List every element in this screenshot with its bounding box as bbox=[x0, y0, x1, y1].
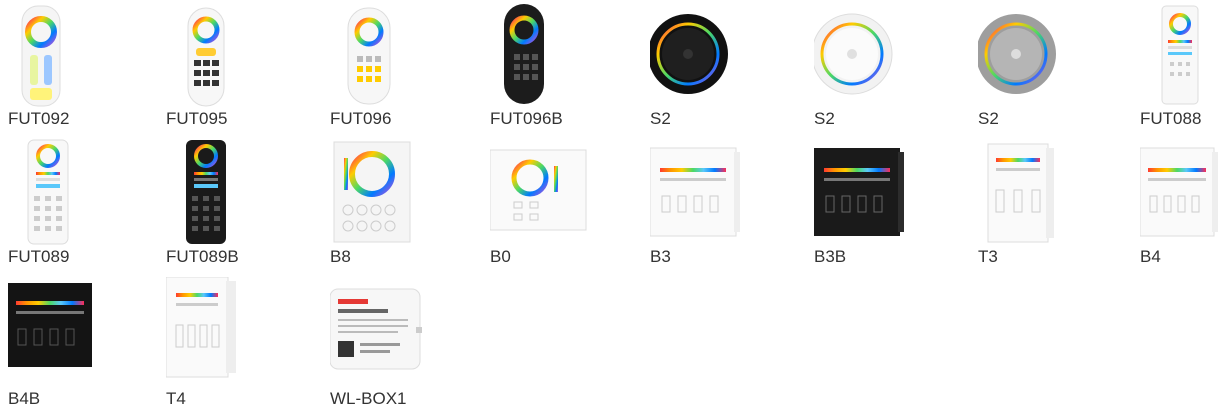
remote-icon bbox=[21, 5, 61, 107]
product-label: B3B bbox=[814, 247, 847, 266]
product-card[interactable]: S2 bbox=[650, 0, 810, 130]
remote-icon bbox=[347, 7, 391, 105]
wall-panel-icon bbox=[814, 148, 904, 236]
remote-icon bbox=[504, 4, 544, 104]
product-label: FUT088 bbox=[1140, 109, 1202, 128]
product-card[interactable]: S2 bbox=[814, 0, 974, 130]
product-card[interactable]: WL-BOX1 bbox=[330, 277, 490, 408]
remote-icon bbox=[186, 140, 226, 244]
remote-icon bbox=[187, 7, 225, 107]
product-label: B4 bbox=[1140, 247, 1161, 266]
remote-icon bbox=[27, 139, 69, 245]
gateway-box-icon bbox=[330, 288, 422, 370]
product-card[interactable]: B3 bbox=[650, 138, 810, 268]
round-remote-icon bbox=[814, 13, 893, 95]
product-card[interactable]: FUT089 bbox=[8, 138, 168, 268]
product-label: WL-BOX1 bbox=[330, 389, 407, 408]
product-card[interactable]: B8 bbox=[330, 138, 490, 268]
product-card[interactable]: FUT096 bbox=[330, 0, 490, 130]
round-remote-icon bbox=[978, 14, 1056, 94]
product-card[interactable]: FUT089B bbox=[166, 138, 326, 268]
product-card[interactable]: B0 bbox=[490, 138, 650, 268]
product-label: B4B bbox=[8, 389, 41, 408]
product-card[interactable]: FUT088 bbox=[1140, 0, 1220, 130]
product-card[interactable]: FUT095 bbox=[166, 0, 326, 130]
product-label: FUT096 bbox=[330, 109, 392, 128]
product-label: FUT089 bbox=[8, 247, 70, 266]
product-card[interactable]: S2 bbox=[978, 0, 1138, 130]
product-label: FUT089B bbox=[166, 247, 239, 266]
wall-panel-icon bbox=[166, 277, 236, 378]
product-label: FUT095 bbox=[166, 109, 228, 128]
round-remote-icon bbox=[650, 14, 728, 94]
product-card[interactable]: B4 bbox=[1140, 138, 1220, 268]
product-label: T3 bbox=[978, 247, 998, 266]
product-label: S2 bbox=[978, 109, 999, 128]
wall-panel-icon bbox=[8, 283, 92, 367]
product-label: B0 bbox=[490, 247, 511, 266]
product-card[interactable]: B3B bbox=[814, 138, 974, 268]
wall-panel-icon bbox=[1140, 147, 1218, 237]
product-card[interactable]: FUT096B bbox=[490, 0, 650, 130]
wall-panel-icon bbox=[987, 143, 1054, 243]
product-label: FUT096B bbox=[490, 109, 563, 128]
product-label: B3 bbox=[650, 247, 671, 266]
product-card[interactable]: T3 bbox=[978, 138, 1138, 268]
wall-panel-icon bbox=[490, 149, 587, 231]
wall-panel-icon bbox=[333, 141, 411, 243]
product-label: S2 bbox=[814, 109, 835, 128]
product-label: S2 bbox=[650, 109, 671, 128]
product-label: FUT092 bbox=[8, 109, 70, 128]
remote-icon bbox=[1161, 5, 1199, 105]
product-label: T4 bbox=[166, 389, 186, 408]
product-grid: FUT092 FUT095 FUT096 FUT096B S2 S2 S2 FU… bbox=[0, 0, 1220, 408]
product-label: B8 bbox=[330, 247, 351, 266]
product-card[interactable]: T4 bbox=[166, 277, 326, 408]
product-card[interactable]: FUT092 bbox=[8, 0, 168, 130]
wall-panel-icon bbox=[650, 147, 740, 237]
product-card[interactable]: B4B bbox=[8, 277, 168, 408]
